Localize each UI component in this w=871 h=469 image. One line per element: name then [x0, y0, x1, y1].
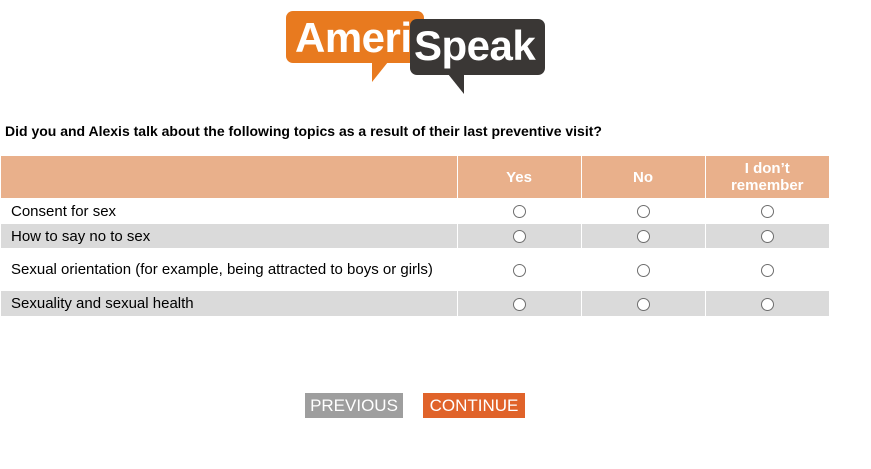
logo-orange-tail — [372, 62, 388, 82]
column-header-no: No — [580, 156, 705, 198]
matrix-question-grid: Yes No I don’t remember Consent for sex … — [1, 156, 829, 316]
column-header-yes: Yes — [456, 156, 581, 198]
logo-text-ameri: Ameri — [295, 14, 412, 61]
radio-no[interactable] — [636, 205, 650, 219]
row-label: Sexuality and sexual health — [1, 291, 457, 316]
radio-dont-remember[interactable] — [760, 297, 774, 311]
option-cell — [580, 198, 705, 224]
continue-button[interactable]: CONTINUE — [423, 393, 525, 418]
previous-button[interactable]: PREVIOUS — [305, 393, 403, 418]
radio-dont-remember[interactable] — [760, 205, 774, 219]
radio-yes[interactable] — [512, 205, 526, 219]
option-cell — [580, 224, 705, 248]
radio-dont-remember[interactable] — [760, 263, 774, 277]
radio-no[interactable] — [636, 230, 650, 244]
table-row: Sexuality and sexual health — [1, 291, 829, 316]
radio-dont-remember[interactable] — [760, 230, 774, 244]
option-cell — [580, 291, 705, 316]
column-header-dont-remember-label: I don’t remember — [730, 160, 804, 194]
radio-yes[interactable] — [512, 263, 526, 277]
column-header-dont-remember: I don’t remember — [704, 156, 829, 198]
option-cell — [456, 224, 581, 248]
option-cell — [580, 248, 705, 291]
row-label: How to say no to sex — [1, 224, 457, 248]
radio-no[interactable] — [636, 263, 650, 277]
table-row: Sexual orientation (for example, being a… — [1, 248, 829, 291]
radio-yes[interactable] — [512, 230, 526, 244]
option-cell — [456, 198, 581, 224]
radio-no[interactable] — [636, 297, 650, 311]
row-label: Sexual orientation (for example, being a… — [1, 248, 457, 291]
option-cell — [704, 224, 829, 248]
radio-yes[interactable] — [512, 297, 526, 311]
grid-header-blank — [1, 156, 457, 198]
logo-text-speak: Speak — [414, 22, 536, 69]
option-cell — [704, 198, 829, 224]
row-label: Consent for sex — [1, 198, 457, 224]
table-row: Consent for sex — [1, 198, 829, 224]
option-cell — [456, 291, 581, 316]
table-row: How to say no to sex — [1, 224, 829, 248]
option-cell — [456, 248, 581, 291]
amerispeak-logo: Ameri Speak — [286, 10, 546, 96]
option-cell — [704, 291, 829, 316]
question-text: Did you and Alexis talk about the follow… — [5, 123, 602, 139]
logo-dark-tail — [448, 74, 464, 94]
grid-header-row: Yes No I don’t remember — [1, 156, 829, 198]
option-cell — [704, 248, 829, 291]
